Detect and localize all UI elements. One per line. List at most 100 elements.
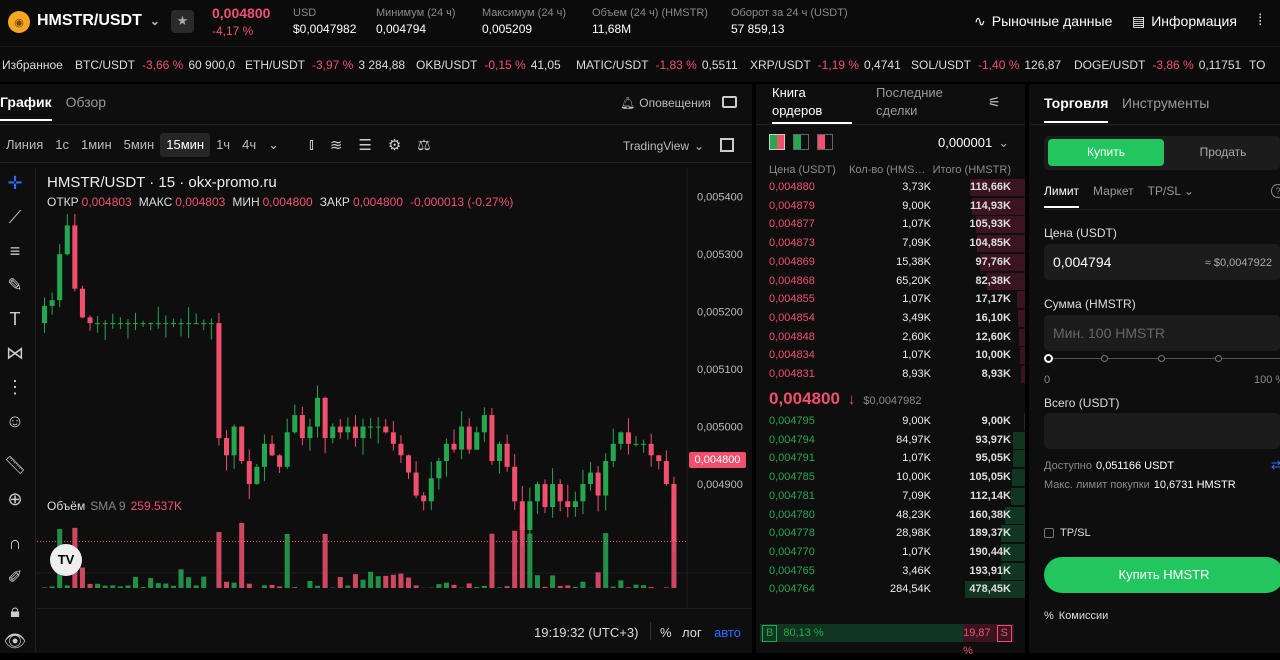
ticker-item[interactable]: OKB/USDT-0,15 %41,05 [416,58,561,72]
ticker-item[interactable]: ETH/USDT-3,97 %3 284,88 [245,58,405,72]
ask-row[interactable]: 0,0048551,07K17,17K [756,290,1025,309]
smiley-icon[interactable]: ☺ [0,406,30,436]
market-data-button[interactable]: ∿Рыночные данные [974,13,1112,30]
fib-icon[interactable]: ⋮ [0,372,30,402]
parallel-lines-icon[interactable]: ≡ [0,236,30,266]
trendline-icon[interactable]: ⟋ [0,202,30,232]
interval-2[interactable]: 1мин [75,133,118,157]
candle [186,307,191,338]
amount-input[interactable]: Мин. 100 HMSTR [1044,315,1280,351]
ask-row[interactable]: 0,0048799,00K114,93K [756,197,1025,216]
pencil-lock-icon[interactable]: ✐ [0,562,30,592]
ask-row[interactable]: 0,0048803,73K118,66K [756,178,1025,197]
favorite-button[interactable]: ★ [171,10,194,33]
ask-row[interactable]: 0,0048543,49K16,10K [756,309,1025,328]
ask-row[interactable]: 0,0048771,07K105,93K [756,215,1025,234]
ask-row[interactable]: 0,0048737,09K104,85K [756,234,1025,253]
ask-row[interactable]: 0,00486915,38K97,76K [756,253,1025,272]
bid-row[interactable]: 0,00478510,00K105,05K [756,468,1025,487]
ask-row[interactable]: 0,00486865,20K82,38K [756,272,1025,291]
info-button[interactable]: ▤Информация [1132,13,1237,30]
interval-4[interactable]: 15мин [160,133,210,157]
price-input[interactable]: 0,004794 ≈ $0,0047922 [1044,244,1280,280]
tab-orderbook[interactable]: Книга ордеров [772,84,852,124]
crosshair-icon[interactable]: ✛ [0,168,30,198]
volume-bar [558,586,563,588]
tpsl-checkbox[interactable]: TP/SL [1044,527,1091,539]
amount-slider[interactable] [1044,354,1280,364]
tradingview-logo[interactable]: TV [50,544,82,576]
log-toggle[interactable]: лог [682,625,702,640]
tab-recent-trades[interactable]: Последние сделки [876,84,956,120]
brush-icon[interactable]: ✎ [0,270,30,300]
tab-chart[interactable]: График [0,94,52,121]
fullscreen-icon[interactable] [720,138,734,152]
zoom-in-icon[interactable]: ⊕ [0,484,30,514]
lock-icon[interactable]: 🔒︎ [0,596,30,626]
auto-toggle[interactable]: авто [714,625,741,640]
bid-row[interactable]: 0,004764284,54K478,45K [756,580,1025,599]
indicators-icon[interactable]: ≋ [330,136,343,154]
submit-buy-button[interactable]: Купить HMSTR [1044,557,1280,593]
layout-toggle-button[interactable] [722,96,737,108]
price-chart[interactable]: 0,0054000,0053000,0052000,0051000,005000… [37,168,752,608]
bid-row[interactable]: 0,00478048,23K160,38K [756,506,1025,525]
volume-bar [125,586,130,588]
ask-row[interactable]: 0,0048341,07K10,00K [756,346,1025,365]
order-type-limit[interactable]: Лимит [1044,184,1079,208]
ticker-item[interactable]: DOGE/USDT-3,86 %0,11751 [1074,58,1241,72]
more-intervals-icon[interactable]: ⌄ [262,133,285,157]
tab-trading[interactable]: Торговля [1044,95,1108,123]
magnet-icon[interactable]: ∩ [0,528,30,558]
scale-icon[interactable]: ⚖ [417,136,430,154]
view-bids-icon[interactable] [793,134,809,150]
pair-selector[interactable]: HMSTR/USDT ⌄ [37,12,160,30]
ticker-item[interactable]: XRP/USDT-1,19 %0,4741 [750,58,901,72]
ask-row[interactable]: 0,0048318,93K8,93K [756,365,1025,384]
fees-link[interactable]: %Комиссии [1044,610,1108,622]
precision-selector[interactable]: 0,000001⌄ [938,135,1009,151]
alerts-button[interactable]: 🔔︎Оповещения [620,96,711,110]
bid-row[interactable]: 0,0047653,46K193,91K [756,562,1025,581]
settings-sliders-icon[interactable]: ⚟ [988,94,1001,111]
total-input[interactable] [1044,413,1280,449]
amount-label: Сумма (HMSTR) [1044,297,1136,311]
bid-row[interactable]: 0,0047959,00K9,00K [756,412,1025,431]
view-both-icon[interactable] [769,134,785,150]
percent-toggle[interactable]: % [660,625,672,640]
interval-6[interactable]: 4ч [236,133,262,157]
gear-icon[interactable]: ⚙ [388,136,401,154]
sell-toggle[interactable]: Продать [1169,139,1277,166]
ticker-item[interactable]: MATIC/USDT-1,83 %0,5511 [576,58,738,72]
bid-row[interactable]: 0,00477828,98K189,37K [756,524,1025,543]
transfer-icon[interactable]: ⇄ [1271,458,1280,472]
tab-tools[interactable]: Инструменты [1122,95,1209,111]
order-type-market[interactable]: Маркет [1093,184,1134,208]
interval-3[interactable]: 5мин [118,133,161,157]
interval-0[interactable]: Линия [0,133,49,157]
pattern-icon[interactable]: ⋈ [0,338,30,368]
eye-icon[interactable]: 👁︎ [0,626,30,656]
help-icon[interactable]: ? [1271,184,1280,198]
text-icon[interactable]: T [0,304,30,334]
tab-overview[interactable]: Обзор [66,94,106,121]
bid-row[interactable]: 0,0047817,09K112,14K [756,487,1025,506]
candles-icon[interactable]: ⫾ [309,136,314,154]
interval-5[interactable]: 1ч [210,133,236,157]
list-icon[interactable]: ☰ [358,136,371,154]
buy-toggle[interactable]: Купить [1048,139,1164,166]
interval-1[interactable]: 1с [49,133,75,157]
bid-row[interactable]: 0,0047911,07K95,05K [756,449,1025,468]
ticker-item[interactable]: TO [1249,58,1277,72]
order-type-tpsl[interactable]: TP/SL ⌄ [1148,184,1194,208]
bid-row[interactable]: 0,0047701,07K190,44K [756,543,1025,562]
ticker-item[interactable]: SOL/USDT-1,40 %126,87 [911,58,1061,72]
more-button[interactable]: ⁞ [1258,12,1262,30]
view-asks-icon[interactable] [817,134,833,150]
ruler-icon[interactable]: 📏︎ [0,450,30,480]
depth-bar [1017,291,1025,308]
ticker-item[interactable]: BTC/USDT-3,66 %60 900,0 [75,58,235,72]
tradingview-selector[interactable]: TradingView⌄ [623,139,704,153]
ask-row[interactable]: 0,0048482,60K12,60K [756,328,1025,347]
bid-row[interactable]: 0,00479484,97K93,97K [756,431,1025,450]
